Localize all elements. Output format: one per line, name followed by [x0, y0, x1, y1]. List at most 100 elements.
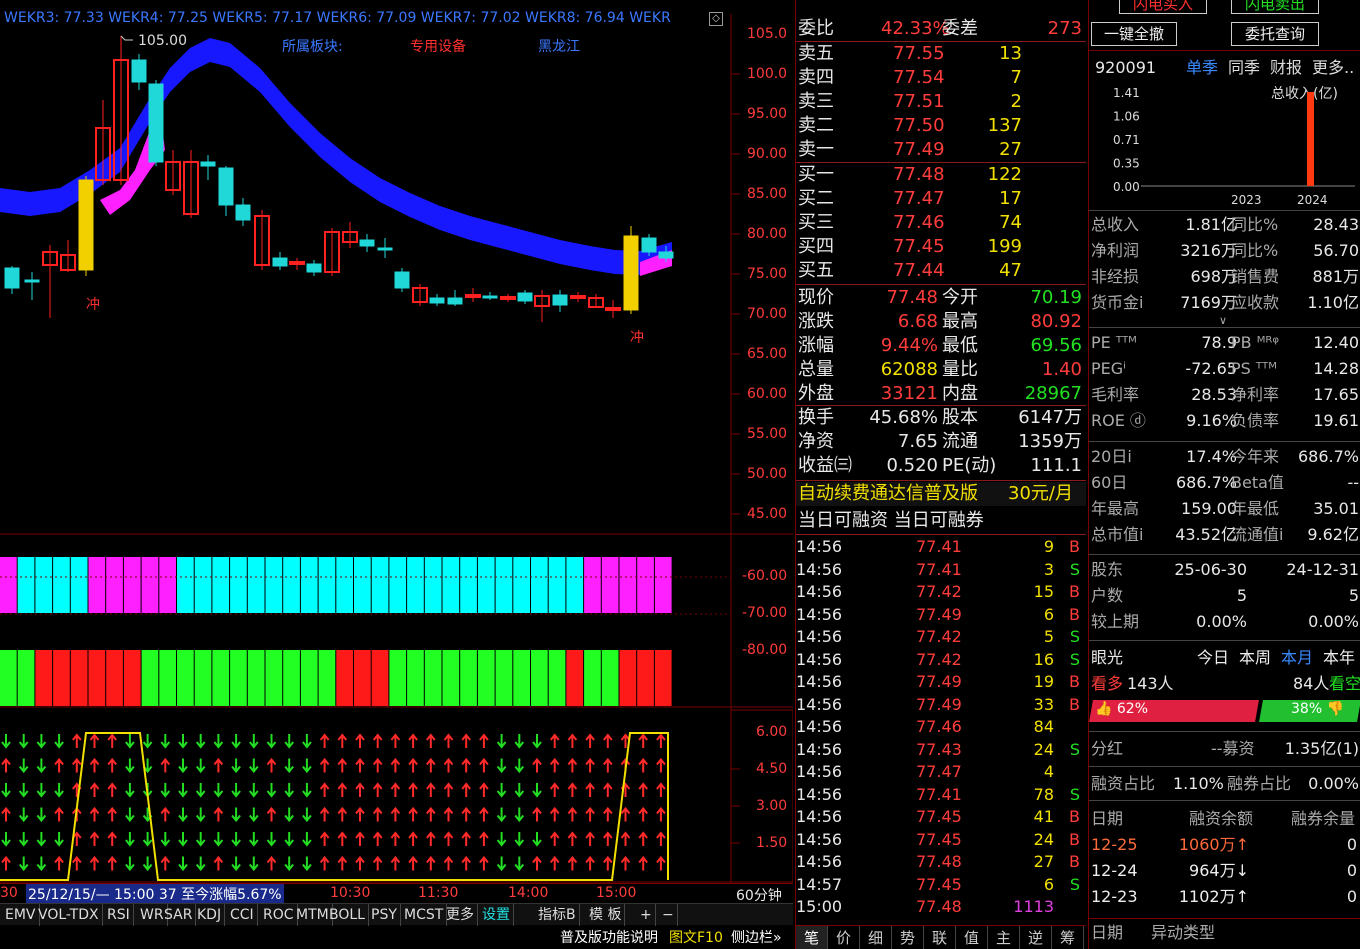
fin-tab[interactable]: 更多..	[1312, 56, 1354, 80]
stat-label: PE(动)	[942, 455, 997, 476]
tick-tab[interactable]: 价	[828, 926, 860, 949]
ind2-bar	[619, 650, 637, 706]
tick-tab[interactable]: 细	[860, 926, 892, 949]
eye-tab[interactable]: 本月	[1281, 646, 1313, 670]
indicator-tab[interactable]: −	[659, 904, 678, 926]
rev-y-tick: 0.71	[1113, 133, 1140, 147]
up-arrow	[461, 782, 471, 797]
fin-tab[interactable]: 单季	[1186, 56, 1218, 80]
fin-label: 总市值i	[1091, 525, 1144, 544]
indicator-tab[interactable]: MCST	[401, 904, 448, 926]
tick-tab[interactable]: 势	[892, 926, 924, 949]
book-row[interactable]: 卖二 77.50 137	[796, 114, 1086, 138]
region-label[interactable]: 黑龙江	[538, 36, 580, 56]
tick-tab[interactable]: 主	[988, 926, 1020, 949]
indicator-tab[interactable]: KDJ	[194, 904, 226, 926]
down-arrow	[18, 856, 29, 872]
ad-text[interactable]: 自动续费通达信普及版	[798, 482, 978, 506]
indicator-tab[interactable]: 模 板	[586, 904, 626, 926]
indicator-tab[interactable]: +	[637, 904, 656, 926]
ind1-bar	[318, 557, 336, 613]
stat-value: 70.19	[1030, 287, 1082, 308]
order-query-button[interactable]: 委托查询	[1231, 22, 1319, 46]
tick-side: B	[1069, 672, 1080, 691]
kline-chart-area[interactable]: WEKR3: 77.33 WEKR4: 77.25 WEKR5: 77.17 W…	[0, 0, 793, 949]
book-row[interactable]: 卖一 77.49 27	[796, 138, 1086, 162]
fin-tab[interactable]: 财报	[1270, 56, 1302, 80]
indicator-tab[interactable]: 更多	[443, 904, 478, 926]
tick-tab[interactable]: 联	[924, 926, 956, 949]
indicator-tab[interactable]: SAR	[161, 904, 197, 926]
flash-buy-button[interactable]: 闪电买入	[1119, 0, 1207, 14]
indicator-tab[interactable]: CCI	[227, 904, 258, 926]
eye-tab[interactable]: 今日	[1197, 646, 1229, 670]
up-arrow	[72, 733, 82, 748]
up-arrow	[319, 831, 330, 846]
up-arrow	[549, 757, 560, 773]
industry-label[interactable]: 专用设备	[410, 36, 466, 56]
f10-link[interactable]: 图文F10	[669, 927, 723, 949]
down-arrow	[532, 734, 542, 749]
ind2-bar	[637, 650, 654, 706]
indicator-tab[interactable]: 指标B	[535, 904, 580, 926]
up-arrow	[461, 855, 471, 871]
price-tick: 85.00	[747, 186, 788, 202]
book-row[interactable]: 买四 77.45 199	[796, 235, 1086, 259]
tick-tab[interactable]: 笔	[796, 926, 828, 949]
price-tick: 50.00	[747, 466, 788, 482]
book-row[interactable]: 卖三 77.51 2	[796, 90, 1086, 114]
book-row[interactable]: 买一 77.48 122	[796, 163, 1086, 187]
book-row[interactable]: 买二 77.47 17	[796, 187, 1086, 211]
up-arrow	[355, 782, 365, 797]
stat-label: 最低	[942, 335, 978, 356]
indicator-tab[interactable]: PSY	[368, 904, 401, 926]
tick-volume: 19	[1033, 672, 1054, 691]
bear-label[interactable]: 看空	[1329, 672, 1360, 696]
tick-price: 77.45	[916, 807, 962, 826]
ad-price[interactable]: 30元/月	[1008, 482, 1073, 506]
eye-tab[interactable]: 本周	[1239, 646, 1271, 670]
period-label[interactable]: 60分钟	[736, 885, 782, 905]
help-link[interactable]: 普及版功能说明	[560, 927, 658, 949]
tick-tab[interactable]: 逆	[1020, 926, 1052, 949]
tick-tab[interactable]: 筹	[1052, 926, 1084, 949]
collapse-icon[interactable]: ◇	[709, 12, 723, 26]
candle-body	[482, 295, 498, 299]
indicator-tab[interactable]: ROC	[260, 904, 298, 926]
margin-label: 融资占比	[1091, 774, 1156, 793]
fin-label: 年最低	[1231, 499, 1280, 518]
indicator-tab[interactable]: VOL-TDX	[35, 904, 103, 926]
bull-label[interactable]: 看多	[1091, 672, 1123, 696]
holder-row: 股东 25-06-30 24-12-31	[1089, 558, 1360, 582]
eye-tab[interactable]: 本年	[1323, 646, 1355, 670]
fin-row: PE ᵀᵀᴹ 78.9 PB ᴹᴿᵠ 12.40	[1089, 331, 1360, 355]
ind1-bar	[177, 557, 194, 613]
ad-row[interactable]: 自动续费通达信普及版 30元/月	[796, 482, 1086, 506]
indicator-tab[interactable]: BOLL	[326, 904, 369, 926]
indicator-tab[interactable]: 设置	[479, 904, 514, 926]
up-arrow	[337, 831, 348, 846]
kline-svg[interactable]	[0, 0, 793, 949]
tick-tab[interactable]: 值	[956, 926, 988, 949]
book-price: 77.55	[893, 43, 945, 64]
fin-label: PEGⁱ	[1091, 359, 1127, 378]
up-arrow	[160, 806, 171, 822]
sidebar-toggle[interactable]: 侧边栏»	[731, 927, 782, 949]
book-row[interactable]: 卖四 77.54 7	[796, 66, 1086, 90]
indicator-tab[interactable]: RSI	[104, 904, 134, 926]
expand-icon[interactable]: ∨	[1219, 314, 1227, 327]
book-row[interactable]: 卖五 77.55 13	[796, 42, 1086, 66]
fin-tab[interactable]: 同季	[1228, 56, 1260, 80]
stat-label: 涨幅	[798, 335, 834, 356]
flash-sell-button[interactable]: 闪电卖出	[1231, 0, 1319, 14]
ind2-bar	[230, 650, 247, 706]
up-arrow	[603, 782, 613, 797]
margin-sec: 0	[1346, 861, 1357, 880]
fin-label: ROE ⓓ	[1091, 411, 1146, 430]
indicator-tab[interactable]: EMV	[2, 904, 40, 926]
book-row[interactable]: 买三 77.46 74	[796, 211, 1086, 235]
book-volume: 27	[999, 139, 1022, 160]
cancel-all-button[interactable]: 一键全撤	[1091, 22, 1177, 46]
candle-body	[148, 83, 164, 163]
book-row[interactable]: 买五 77.44 47	[796, 259, 1086, 283]
